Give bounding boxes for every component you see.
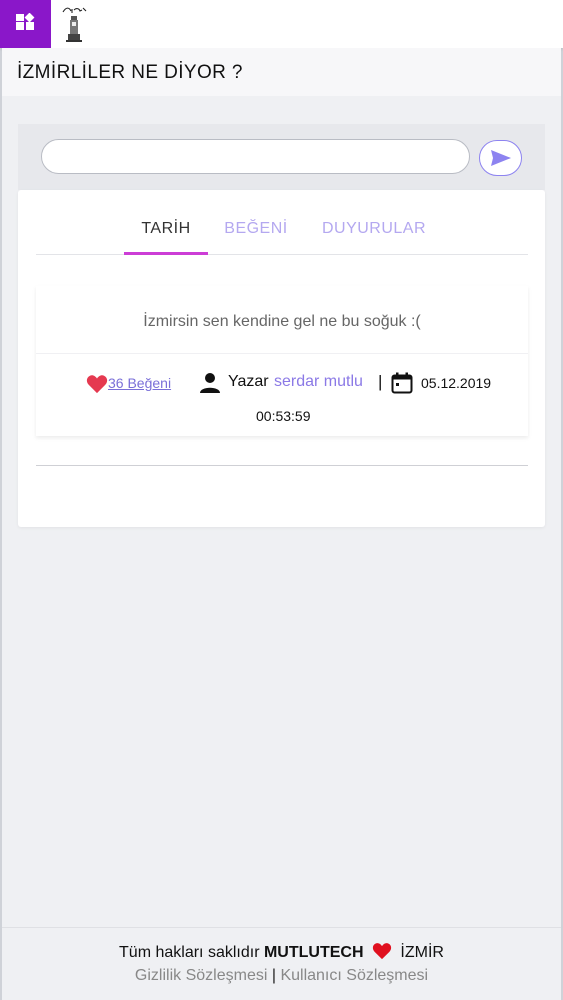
active-tab-indicator [124,252,208,255]
meta-separator: | [378,372,383,391]
tab-tarih[interactable]: TARİH [124,220,208,238]
tab-begeni[interactable]: BEĞENİ [214,220,298,238]
post-time: 00:53:59 [256,408,311,424]
privacy-link[interactable]: Gizlilik Sözleşmesi [135,967,267,984]
footer-brand: MUTLUTECH [263,944,364,961]
heart-icon[interactable] [86,374,108,394]
footer-separator: | [271,967,276,984]
izmir-logo-icon [62,7,87,42]
calendar-icon [391,372,413,394]
top-bar [0,0,563,48]
post-text: İzmirsin sen kendine gel ne bu soğuk :( [143,313,421,330]
apps-grid-icon [15,13,34,30]
tab-duyurular[interactable]: DUYURULAR [312,220,436,238]
message-input[interactable] [41,139,470,174]
window-frame-left [0,48,2,1000]
footer-rights: Tüm hakları saklıdır [119,944,260,961]
menu-button[interactable] [0,0,51,48]
footer-links: Gizlilik Sözleşmesi | Kullanıcı Sözleşme… [0,967,563,985]
send-arrow-icon [490,150,511,166]
heart-icon [372,943,392,960]
like-count-link[interactable]: 36 Beğeni [108,375,171,391]
author-label: Yazar [228,373,269,390]
post-date: 05.12.2019 [421,375,492,391]
author-link[interactable]: serdar mutlu [274,373,363,391]
footer-copyright: Tüm hakları saklıdır MUTLUTECH İZMİR [0,942,563,962]
tab-bar: TARİH BEĞENİ DUYURULAR [36,206,528,255]
send-button[interactable] [479,140,522,176]
terms-link[interactable]: Kullanıcı Sözleşmesi [280,967,428,984]
user-icon [200,373,220,393]
footer-city: İZMİR [400,944,444,961]
footer-divider [2,927,561,928]
post-divider [36,353,528,354]
page-title: İZMİRLİLER NE DİYOR ? [17,62,243,83]
card-divider [36,465,528,466]
